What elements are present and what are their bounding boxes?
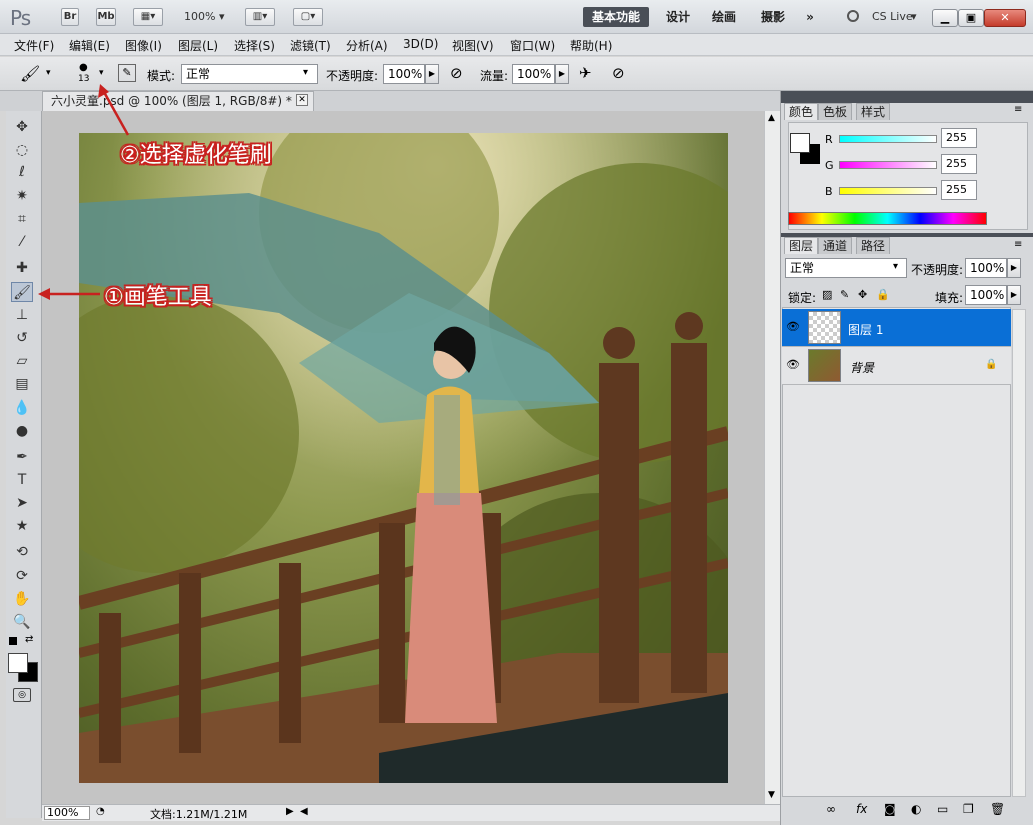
annotation-step1: ①画笔工具: [104, 285, 212, 310]
scroll-down-icon[interactable]: ▼: [768, 790, 775, 800]
layer-thumbnail-transparent: [808, 311, 841, 344]
tab-layers[interactable]: 图层: [784, 237, 819, 254]
new-layer-icon[interactable]: ❐: [963, 802, 974, 816]
color-spectrum-ramp[interactable]: [788, 212, 987, 225]
tab-channels[interactable]: 通道: [818, 237, 853, 254]
status-doc-info: 文档:1.21M/1.21M: [150, 808, 248, 821]
lock-label: 锁定:: [788, 291, 817, 305]
g-input[interactable]: 255: [941, 154, 977, 174]
lock-transparency-icon[interactable]: ▨: [822, 288, 832, 301]
g-label: G: [825, 159, 834, 172]
layer-thumbnail-photo: [808, 349, 841, 382]
fill-slider-button[interactable]: ▶: [1007, 285, 1021, 305]
fill-input[interactable]: 100%: [965, 285, 1007, 305]
new-group-icon[interactable]: ▭: [937, 802, 948, 816]
panel-menu-icon[interactable]: ≡: [1014, 239, 1022, 250]
color-panel-header[interactable]: [781, 91, 1033, 103]
chevron-down-icon: ▾: [893, 261, 899, 272]
scroll-left-icon[interactable]: ◀: [300, 806, 308, 817]
layers-footer: [782, 799, 1011, 821]
lock-all-icon[interactable]: 🔒: [876, 288, 890, 301]
layer-opacity-input[interactable]: 100%: [965, 258, 1007, 278]
lock-position-icon[interactable]: ✥: [858, 288, 867, 301]
tab-paths[interactable]: 路径: [856, 237, 891, 254]
lock-icon: 🔒: [985, 359, 998, 370]
trash-icon[interactable]: 🗑: [990, 802, 1005, 816]
status-zoom-input[interactable]: 100%: [44, 806, 90, 820]
layer-opacity-label: 不透明度:: [911, 263, 964, 277]
layer-blend-mode-select[interactable]: 正常: [785, 258, 907, 278]
layer-style-icon[interactable]: fx: [856, 802, 867, 816]
r-label: R: [825, 133, 833, 146]
layer-opacity-slider-button[interactable]: ▶: [1007, 258, 1021, 278]
tab-swatches[interactable]: 色板: [818, 103, 853, 120]
status-info-icon[interactable]: ◔: [96, 806, 105, 817]
b-label: B: [825, 185, 833, 198]
r-input[interactable]: 255: [941, 128, 977, 148]
tab-color[interactable]: 颜色: [784, 103, 819, 120]
status-menu-arrow-icon[interactable]: ▶: [286, 806, 294, 817]
link-layers-icon[interactable]: ∞: [826, 802, 836, 816]
panel-menu-icon[interactable]: ≡: [1014, 104, 1022, 115]
eye-icon[interactable]: 👁: [786, 358, 800, 371]
tab-styles[interactable]: 样式: [856, 103, 891, 120]
color-fg-swatch[interactable]: [790, 133, 810, 153]
g-slider[interactable]: [839, 161, 937, 169]
fill-label: 填充:: [935, 291, 964, 305]
lock-image-icon[interactable]: ✎: [840, 288, 849, 301]
vertical-scrollbar[interactable]: [764, 111, 780, 804]
r-slider[interactable]: [839, 135, 937, 143]
layer-name[interactable]: 背景: [850, 359, 874, 376]
layers-scrollbar[interactable]: [1012, 309, 1026, 797]
eye-icon[interactable]: 👁: [786, 320, 800, 333]
layer-mask-icon[interactable]: ◙: [884, 802, 896, 816]
scroll-up-icon[interactable]: ▲: [768, 113, 775, 123]
b-input[interactable]: 255: [941, 180, 977, 200]
annotation-step2: ②选择虚化笔刷: [120, 143, 272, 168]
adjustment-layer-icon[interactable]: ◐: [911, 802, 921, 816]
layer-name[interactable]: 图层 1: [848, 321, 883, 338]
b-slider[interactable]: [839, 187, 937, 195]
